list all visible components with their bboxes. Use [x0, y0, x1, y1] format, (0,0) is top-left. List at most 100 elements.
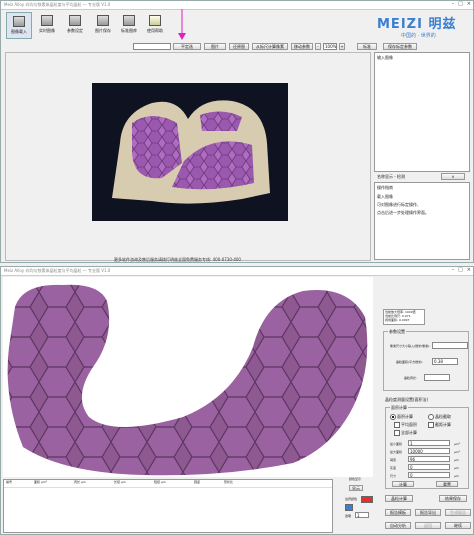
gray-input[interactable]: 0 [408, 464, 450, 470]
column-header: 圆度 [194, 480, 201, 484]
top-window: Meiz Alloy 向均匀铁素体晶粒度与平均晶粒 — 专业版 V1.0 – □… [0, 0, 474, 263]
option-label: 面积计算 [397, 414, 413, 419]
top-window-title: Meiz Alloy 向均匀铁素体晶粒度与平均晶粒 — 专业版 V1.0 [4, 2, 111, 7]
processed-image[interactable] [3, 277, 373, 477]
minimize-icon[interactable]: – [452, 1, 455, 9]
field-label: 灰度 [390, 466, 397, 470]
color-display-label: 颜色显示 [349, 477, 362, 481]
operation-guide-panel: 操作指南 载入图像 可对图像进行标定操作, 点击后进一步处理操作界面。 [374, 182, 470, 260]
adjust-button[interactable]: 移动参数 [291, 43, 313, 50]
file-path-input[interactable] [133, 43, 171, 50]
top-image-area: 更多软件咨询及售后服务请拨打明兹全国免费服务专线: 400-0730-400 [5, 52, 371, 262]
export-result-button[interactable]: 结果保存 [439, 495, 467, 502]
max-area-input[interactable]: 10000 [408, 448, 450, 454]
back-button[interactable]: 返回 [415, 522, 441, 529]
operation-guide-line: 点击后进一步处理操作界面。 [377, 210, 429, 215]
monitor-icon [69, 15, 81, 26]
zoom-input[interactable]: 100% [323, 43, 337, 50]
display-button[interactable]: 显示 [349, 485, 363, 491]
save-calibration-button[interactable]: 保存标定参数 [383, 43, 417, 50]
toolbar-label: 图像载入 [11, 29, 27, 34]
report-export-button[interactable]: 报告导出 [415, 509, 441, 516]
field-unit: μm [454, 474, 459, 478]
scale-select[interactable]: 图片 [204, 43, 226, 50]
right-panel-header: 输入图像 [377, 55, 393, 60]
border-color-label: 边界颜色 [345, 497, 358, 501]
radio-icon[interactable] [428, 414, 434, 420]
option-row[interactable]: 平均面积 [394, 422, 417, 428]
grain-perimeter-input[interactable] [424, 374, 450, 381]
generate-report-button[interactable]: 生成报告 [445, 509, 471, 516]
toolbar-label: 参数设定 [67, 28, 83, 33]
field-unit: μm² [454, 442, 461, 446]
fill-color-swatch[interactable] [345, 504, 353, 511]
checkbox-icon[interactable] [394, 422, 400, 428]
auto-analysis-button[interactable]: 自动分析 [385, 522, 411, 529]
close-icon[interactable]: × [467, 267, 471, 275]
calc-button-b[interactable]: 重置 [436, 481, 458, 487]
reset-button[interactable]: 还原图 [229, 43, 249, 50]
confirm-button[interactable]: 标准 [357, 43, 377, 50]
min-area-input[interactable]: 1 [408, 440, 450, 446]
mode-button[interactable]: 平定选 [173, 43, 201, 50]
column-header: 形状比 [224, 480, 234, 484]
column-header: 周长 μm [74, 480, 86, 484]
bottom-window: Meiz Alloy 向均匀铁素体晶粒度与平均晶粒 — 专业版 V1.0 – □… [0, 266, 474, 535]
field-label: 尺寸 [390, 474, 397, 478]
checkbox-icon[interactable] [394, 430, 400, 436]
option-label: 平均面积 [401, 422, 417, 427]
threshold-input[interactable]: 96 [408, 456, 450, 462]
radio-icon[interactable] [390, 414, 396, 420]
zoom-plus-button[interactable]: + [339, 43, 345, 50]
grain-calc-button[interactable]: 晶粒计算 [385, 495, 413, 502]
service-footer: 更多软件咨询及售后服务请拨打明兹全国免费服务专线: 400-0730-400 [114, 257, 241, 262]
size-input[interactable]: 0 [408, 472, 450, 478]
toolbar-library-button[interactable]: 标准图库 [116, 12, 142, 39]
column-header: 编号 [6, 480, 13, 484]
grid-display-button[interactable]: ∨ [441, 173, 465, 180]
operation-guide-line: 载入图像 [377, 194, 393, 199]
report-template-button[interactable]: 报告模板 [385, 509, 411, 516]
option-row[interactable]: 晶粒截取 [428, 414, 451, 420]
analysis-title: 晶粒度测量设置(面积法) [385, 397, 429, 402]
toolbar-save-button[interactable]: 图片保存 [90, 12, 116, 39]
option-row[interactable]: 面积计算 [390, 414, 413, 420]
source-image[interactable] [92, 83, 288, 221]
column-header: 面积 μm² [34, 480, 47, 484]
brand-main-text: MEIZI 明兹 [377, 17, 457, 32]
checkbox-icon[interactable] [428, 422, 434, 428]
option-label: 截距计算 [435, 422, 451, 427]
toolbar-params-button[interactable]: 参数设定 [62, 12, 88, 39]
field-unit: μm [454, 466, 459, 470]
grain-area-input[interactable]: 0.38 [432, 358, 458, 365]
alpha-input[interactable]: 1 [355, 512, 369, 518]
maximize-icon[interactable]: □ [458, 267, 463, 275]
field-label: 阈值 [390, 458, 397, 462]
toolbar-load-image-button[interactable]: 图像载入 [6, 12, 32, 39]
border-color-swatch[interactable] [361, 496, 373, 503]
library-icon [123, 15, 135, 26]
bottom-window-title: Meiz Alloy 向均匀铁素体晶粒度与平均晶粒 — 专业版 V1.0 [4, 268, 111, 273]
calc-button-a[interactable]: 计算 [392, 481, 414, 487]
maximize-icon[interactable]: □ [458, 1, 463, 9]
toolbar-live-image-button[interactable]: 实时图像 [34, 12, 60, 39]
load-calibration-button[interactable]: 从标尺计算像素 [252, 43, 288, 50]
option-row[interactable]: 截距计算 [428, 422, 451, 428]
field-unit: μm² [454, 450, 461, 454]
camera-icon [41, 15, 53, 26]
continue-button[interactable]: 继续 [445, 522, 471, 529]
processed-grain-svg [7, 284, 368, 476]
operation-guide-title: 操作指南 [377, 185, 393, 190]
minimize-icon[interactable]: – [452, 267, 455, 275]
toolbar-help-button[interactable]: 使用帮助 [142, 12, 168, 39]
option-row[interactable]: 全部计算 [394, 430, 417, 436]
close-icon[interactable]: × [467, 1, 471, 9]
grid-display-label: 名称显示 - 检测 [377, 174, 405, 179]
field-unit: μm [454, 458, 459, 462]
toolbar-label: 实时图像 [39, 28, 55, 33]
results-header-row: 编号 面积 μm² 周长 μm 长径 μm 短径 μm 圆度 形状比 [4, 480, 332, 488]
pixel-size-input[interactable] [432, 342, 468, 349]
right-info-panel: 输入图像 [374, 52, 470, 172]
zoom-minus-button[interactable]: - [315, 43, 321, 50]
save-image-icon [97, 15, 109, 26]
